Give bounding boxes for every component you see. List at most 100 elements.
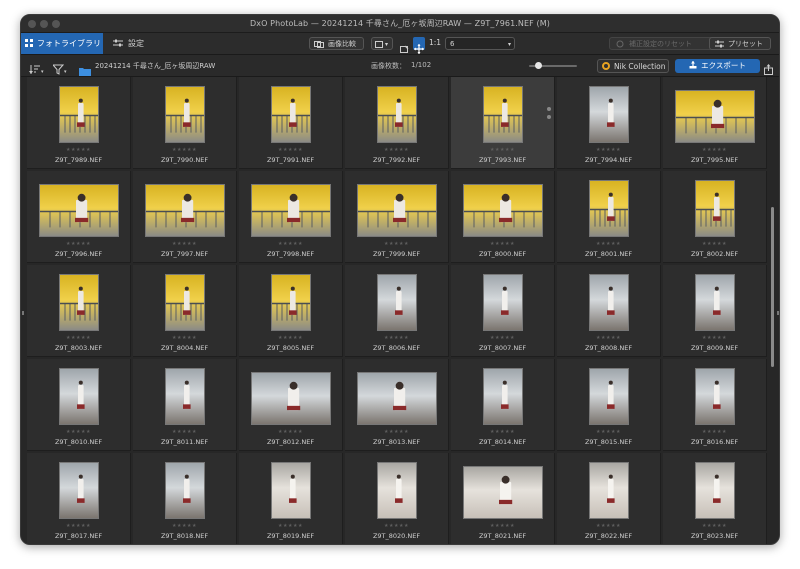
rating-stars[interactable]: ★★★★★ bbox=[663, 429, 766, 435]
thumbnail-image[interactable] bbox=[165, 274, 205, 331]
thumbnail-image[interactable] bbox=[695, 368, 735, 425]
rating-stars[interactable]: ★★★★★ bbox=[557, 523, 660, 529]
rating-stars[interactable]: ★★★★★ bbox=[663, 241, 766, 247]
thumbnail-image[interactable] bbox=[271, 462, 311, 519]
view-mode-dropdown[interactable]: ▾ bbox=[371, 37, 393, 50]
thumbnail-cell[interactable]: ★★★★★ Z9T_7990.NEF bbox=[133, 77, 237, 169]
thumbnail-cell[interactable]: ★★★★★ Z9T_8013.NEF bbox=[345, 359, 449, 451]
rating-stars[interactable]: ★★★★★ bbox=[345, 523, 448, 529]
rating-stars[interactable]: ★★★★★ bbox=[239, 429, 342, 435]
thumbnail-image[interactable] bbox=[59, 368, 99, 425]
rating-stars[interactable]: ★★★★★ bbox=[239, 335, 342, 341]
thumbnail-cell[interactable]: ★★★★★ Z9T_8012.NEF bbox=[239, 359, 343, 451]
left-panel-handle[interactable] bbox=[22, 311, 24, 315]
rating-stars[interactable]: ★★★★★ bbox=[345, 335, 448, 341]
thumbnail-cell[interactable]: ★★★★★ Z9T_8020.NEF bbox=[345, 453, 449, 544]
thumbnail-image[interactable] bbox=[377, 86, 417, 143]
rating-stars[interactable]: ★★★★★ bbox=[27, 241, 130, 247]
thumbnail-image[interactable] bbox=[357, 372, 437, 425]
thumbnail-cell[interactable]: ★★★★★ Z9T_8011.NEF bbox=[133, 359, 237, 451]
compare-button[interactable]: 画像比較 bbox=[309, 37, 364, 50]
presets-button[interactable]: プリセット bbox=[709, 37, 771, 50]
thumbnail-image[interactable] bbox=[59, 86, 99, 143]
rating-stars[interactable]: ★★★★★ bbox=[239, 523, 342, 529]
thumbnail-cell[interactable]: ★★★★★ Z9T_7995.NEF bbox=[663, 77, 767, 169]
thumbnail-cell[interactable]: ★★★★★ Z9T_8001.NEF bbox=[557, 171, 661, 263]
thumbnail-cell[interactable]: ★★★★★ Z9T_8010.NEF bbox=[27, 359, 131, 451]
thumbnail-image[interactable] bbox=[463, 466, 543, 519]
rating-stars[interactable]: ★★★★★ bbox=[27, 429, 130, 435]
rating-stars[interactable]: ★★★★★ bbox=[133, 429, 236, 435]
move-tool-button[interactable] bbox=[413, 37, 425, 54]
thumbnail-cell[interactable]: ★★★★★ Z9T_8003.NEF bbox=[27, 265, 131, 357]
rating-stars[interactable]: ★★★★★ bbox=[557, 147, 660, 153]
thumbnail-cell[interactable]: ★★★★★ Z9T_7991.NEF bbox=[239, 77, 343, 169]
thumbnail-image[interactable] bbox=[165, 462, 205, 519]
thumbnail-image[interactable] bbox=[377, 274, 417, 331]
rating-stars[interactable]: ★★★★★ bbox=[133, 523, 236, 529]
thumbnail-image[interactable] bbox=[251, 372, 331, 425]
vertical-scrollbar[interactable] bbox=[771, 207, 774, 367]
rating-stars[interactable]: ★★★★★ bbox=[451, 429, 554, 435]
thumbnail-cell[interactable]: ★★★★★ Z9T_7999.NEF bbox=[345, 171, 449, 263]
thumbnail-cell[interactable]: ★★★★★ Z9T_8017.NEF bbox=[27, 453, 131, 544]
thumbnail-cell[interactable]: ★★★★★ Z9T_8019.NEF bbox=[239, 453, 343, 544]
thumbnail-cell[interactable]: ★★★★★ Z9T_8002.NEF bbox=[663, 171, 767, 263]
thumbnail-image[interactable] bbox=[165, 368, 205, 425]
sort-icon[interactable]: ▾ bbox=[29, 60, 45, 75]
thumbnail-cell[interactable]: ★★★★★ Z9T_8016.NEF bbox=[663, 359, 767, 451]
thumbnail-cell[interactable]: ★★★★★ Z9T_8000.NEF bbox=[451, 171, 555, 263]
rating-stars[interactable]: ★★★★★ bbox=[345, 429, 448, 435]
thumbnail-image[interactable] bbox=[483, 368, 523, 425]
thumbnail-image[interactable] bbox=[463, 184, 543, 237]
thumbnail-image[interactable] bbox=[271, 86, 311, 143]
export-button[interactable]: エクスポート bbox=[675, 59, 760, 73]
thumbnail-image[interactable] bbox=[357, 184, 437, 237]
rating-stars[interactable]: ★★★★★ bbox=[663, 335, 766, 341]
rating-stars[interactable]: ★★★★★ bbox=[27, 523, 130, 529]
thumbnail-cell[interactable]: ★★★★★ Z9T_8009.NEF bbox=[663, 265, 767, 357]
thumbnail-image[interactable] bbox=[675, 90, 755, 143]
rating-stars[interactable]: ★★★★★ bbox=[451, 523, 554, 529]
thumbnail-image[interactable] bbox=[589, 368, 629, 425]
thumbnail-cell[interactable]: ★★★★★ Z9T_8023.NEF bbox=[663, 453, 767, 544]
thumbnail-cell[interactable]: ★★★★★ Z9T_8014.NEF bbox=[451, 359, 555, 451]
rating-stars[interactable]: ★★★★★ bbox=[345, 147, 448, 153]
thumbnail-cell[interactable]: ★★★★★ Z9T_8022.NEF bbox=[557, 453, 661, 544]
thumbnail-cell[interactable]: ★★★★★ Z9T_7989.NEF bbox=[27, 77, 131, 169]
rating-stars[interactable]: ★★★★★ bbox=[451, 147, 554, 153]
thumbnail-image[interactable] bbox=[695, 274, 735, 331]
thumbnail-cell[interactable]: ★★★★★ Z9T_8004.NEF bbox=[133, 265, 237, 357]
tab-settings[interactable]: 設定 bbox=[113, 33, 144, 54]
thumbnail-image[interactable] bbox=[589, 86, 629, 143]
crop-icon[interactable] bbox=[399, 39, 409, 53]
rating-stars[interactable]: ★★★★★ bbox=[133, 147, 236, 153]
rating-stars[interactable]: ★★★★★ bbox=[133, 241, 236, 247]
thumbnail-cell[interactable]: ★★★★★ Z9T_8015.NEF bbox=[557, 359, 661, 451]
thumbnail-cell[interactable]: ★★★★★ Z9T_8007.NEF bbox=[451, 265, 555, 357]
rating-stars[interactable]: ★★★★★ bbox=[451, 335, 554, 341]
thumbnail-cell[interactable]: ★★★★★ Z9T_7994.NEF bbox=[557, 77, 661, 169]
thumbnail-cell[interactable]: ★★★★★ Z9T_8006.NEF bbox=[345, 265, 449, 357]
thumbnail-cell[interactable]: ★★★★★ Z9T_7992.NEF bbox=[345, 77, 449, 169]
more-options-icon[interactable] bbox=[547, 107, 551, 123]
thumbnail-size-slider-knob[interactable] bbox=[535, 62, 542, 69]
rating-stars[interactable]: ★★★★★ bbox=[557, 335, 660, 341]
thumbnail-cell[interactable]: ★★★★★ Z9T_7996.NEF bbox=[27, 171, 131, 263]
thumbnail-image[interactable] bbox=[695, 180, 735, 237]
thumbnail-image[interactable] bbox=[251, 184, 331, 237]
thumbnail-image[interactable] bbox=[377, 462, 417, 519]
folder-path[interactable]: 20241214 千尋さん_厄ヶ坂周辺RAW bbox=[95, 61, 215, 71]
thumbnail-image[interactable] bbox=[145, 184, 225, 237]
thumbnail-image[interactable] bbox=[589, 274, 629, 331]
share-icon[interactable] bbox=[763, 60, 774, 75]
thumbnail-image[interactable] bbox=[165, 86, 205, 143]
reset-corrections-button[interactable]: 補正設定のリセット bbox=[609, 37, 723, 50]
thumbnail-cell[interactable]: ★★★★★ Z9T_8005.NEF bbox=[239, 265, 343, 357]
rating-stars[interactable]: ★★★★★ bbox=[27, 335, 130, 341]
right-panel-handle[interactable] bbox=[777, 311, 779, 315]
rating-stars[interactable]: ★★★★★ bbox=[27, 147, 130, 153]
thumbnail-image[interactable] bbox=[483, 274, 523, 331]
tab-photo-library[interactable]: フォトライブラリ bbox=[21, 33, 103, 54]
thumbnail-cell[interactable]: ★★★★★ Z9T_8018.NEF bbox=[133, 453, 237, 544]
